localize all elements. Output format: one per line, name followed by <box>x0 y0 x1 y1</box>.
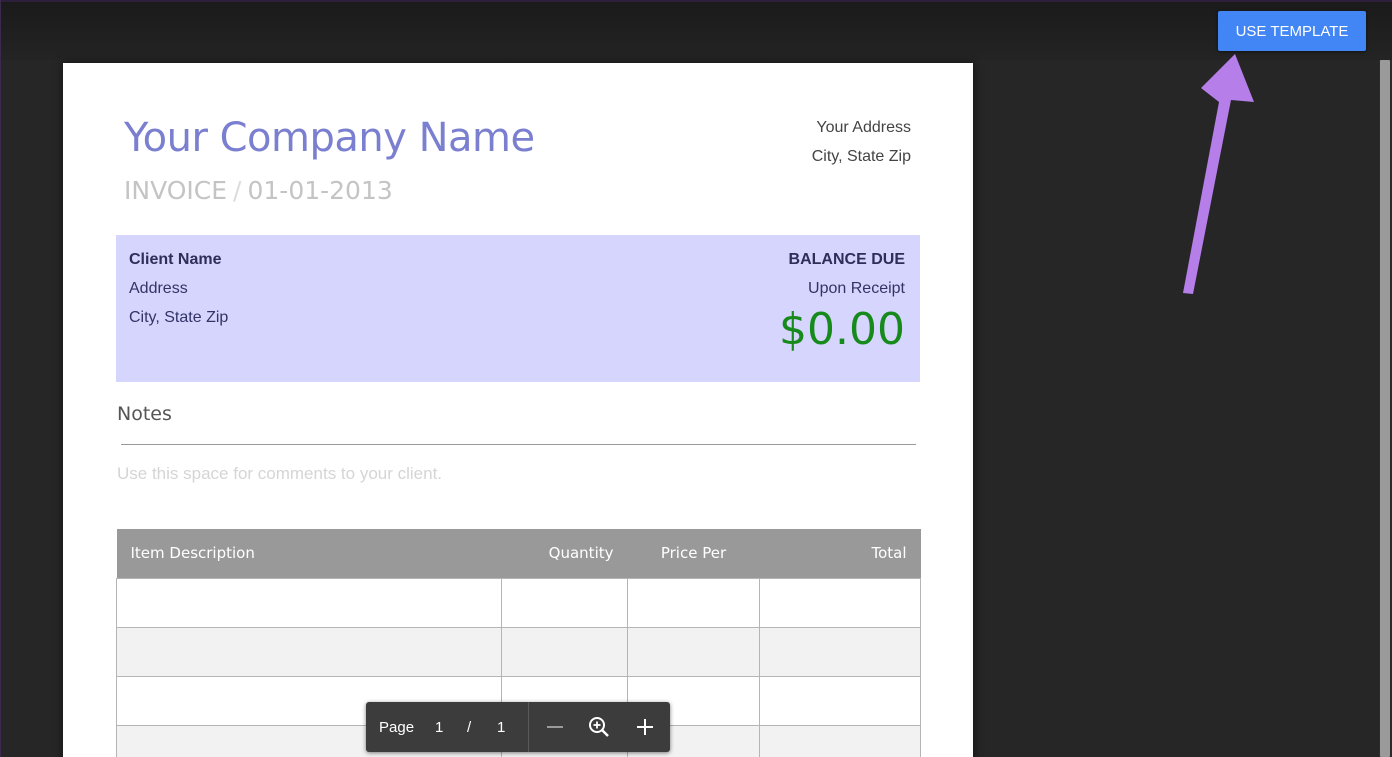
table-cell <box>759 626 921 677</box>
table-cell <box>627 626 760 677</box>
page-total: 1 <box>497 719 506 736</box>
annotation-arrow-icon <box>1183 54 1254 294</box>
table-cell <box>501 577 628 628</box>
balance-info: BALANCE DUE Upon Receipt $0.00 <box>779 245 905 355</box>
balance-due-label: BALANCE DUE <box>788 251 905 268</box>
company-address-line1: Your Address <box>816 119 911 136</box>
table-header-row: Item Description Quantity Price Per Tota… <box>116 529 921 578</box>
zoom-out-button[interactable] <box>540 712 570 742</box>
invoice-title-line: INVOICE/01-01-2013 <box>124 176 393 205</box>
use-template-button[interactable]: USE TEMPLATE <box>1218 11 1366 51</box>
payment-terms: Upon Receipt <box>808 280 905 297</box>
client-info: Client Name Address City, State Zip <box>129 245 228 332</box>
notes-divider <box>121 444 916 445</box>
zoom-in-button[interactable] <box>630 712 660 742</box>
notes-placeholder: Use this space for comments to your clie… <box>117 464 443 483</box>
client-address: Address <box>129 280 188 297</box>
scrollbar-thumb[interactable] <box>1380 60 1390 757</box>
table-cell <box>759 577 921 628</box>
pager-divider <box>528 702 529 752</box>
invoice-date: 01-01-2013 <box>247 176 393 205</box>
header-item-description: Item Description <box>116 529 502 578</box>
table-cell <box>116 577 502 628</box>
zoom-in-icon <box>637 719 653 735</box>
client-balance-box: Client Name Address City, State Zip BALA… <box>116 235 920 382</box>
header-quantity: Quantity <box>501 529 628 578</box>
table-cell <box>759 724 921 757</box>
header-total: Total <box>759 529 921 578</box>
invoice-page: Your Company Name INVOICE/01-01-2013 You… <box>63 63 973 757</box>
table-cell <box>501 626 628 677</box>
page-controls: Page 1 / 1 <box>366 702 670 752</box>
app-viewport: USE TEMPLATE Your Company Name INVOICE/0… <box>0 0 1392 757</box>
company-address-line2: City, State Zip <box>811 148 911 165</box>
table-row <box>116 577 921 628</box>
table-cell <box>116 626 502 677</box>
company-name: Your Company Name <box>124 115 535 161</box>
page-slash: / <box>467 719 472 736</box>
zoom-out-icon <box>547 726 563 728</box>
header-price-per: Price Per <box>627 529 760 578</box>
page-current-input[interactable]: 1 <box>435 719 443 736</box>
client-city-state-zip: City, State Zip <box>129 309 229 326</box>
zoom-fit-button[interactable] <box>584 712 614 742</box>
table-cell <box>627 577 760 628</box>
invoice-separator: / <box>233 176 242 205</box>
table-cell <box>759 675 921 726</box>
top-accent-line <box>1 0 1392 2</box>
zoom-fit-icon <box>589 717 609 737</box>
balance-amount: $0.00 <box>779 304 905 355</box>
notes-heading: Notes <box>117 403 172 425</box>
table-row <box>116 626 921 677</box>
page-label: Page <box>379 719 415 736</box>
company-address: Your Address City, State Zip <box>812 113 911 171</box>
client-name: Client Name <box>129 251 222 268</box>
invoice-doc-type: INVOICE <box>124 176 228 205</box>
